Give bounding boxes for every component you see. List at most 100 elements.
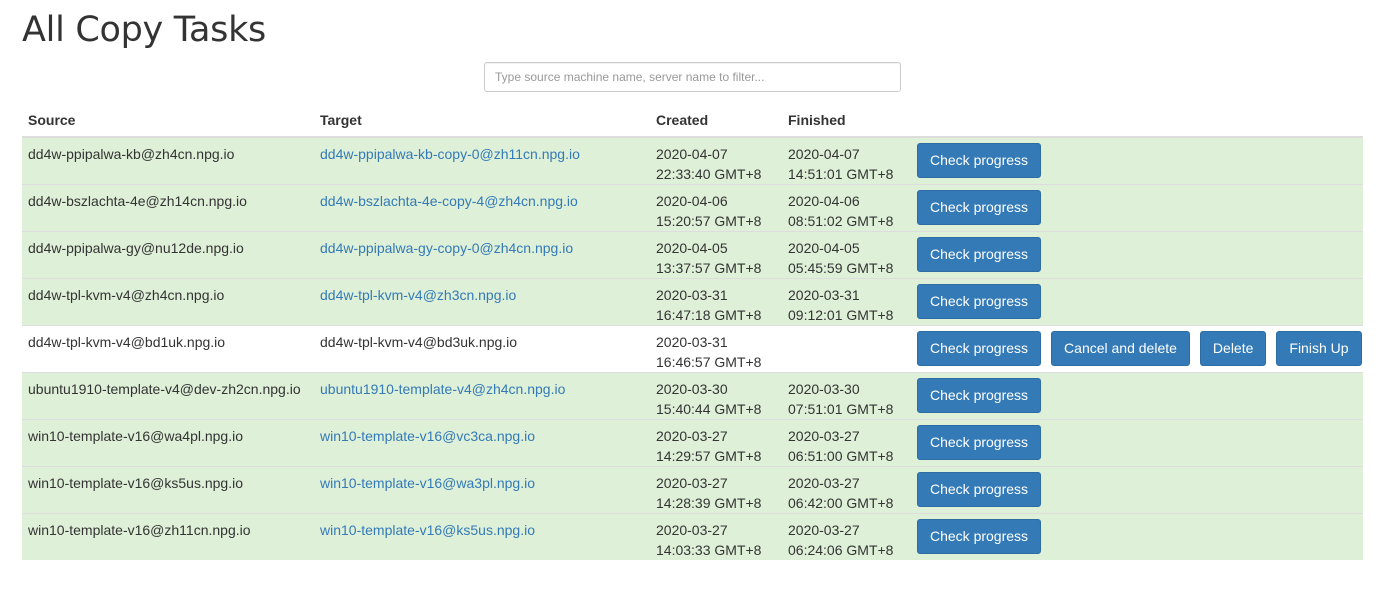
- source-cell: ubuntu1910-template-v4@dev-zh2cn.npg.io: [22, 372, 314, 420]
- created-time: 14:29:57 GMT+8: [656, 448, 762, 464]
- finished-cell: 2020-04-05 05:45:59 GMT+8: [782, 231, 913, 279]
- actions-cell: Check progress: [913, 513, 1363, 560]
- source-machine-name: win10-template-v16@zh11cn.npg.io: [28, 522, 251, 538]
- actions-cell: Check progress: [913, 372, 1363, 420]
- target-machine-link[interactable]: dd4w-tpl-kvm-v4@zh3cn.npg.io: [320, 287, 516, 303]
- source-cell: dd4w-bszlachta-4e@zh14cn.npg.io: [22, 184, 314, 232]
- page: All Copy Tasks Source Target Created Fin…: [0, 0, 1380, 601]
- source-machine-name: dd4w-tpl-kvm-v4@zh4cn.npg.io: [28, 287, 225, 303]
- target-machine-link[interactable]: win10-template-v16@vc3ca.npg.io: [320, 428, 535, 444]
- actions-cell: Check progress: [913, 184, 1363, 232]
- table-header-row: Source Target Created Finished: [22, 108, 1363, 138]
- finished-date: 2020-04-07: [788, 146, 860, 162]
- check-progress-button[interactable]: Check progress: [917, 378, 1042, 413]
- finished-cell: 2020-04-07 14:51:01 GMT+8: [782, 136, 913, 185]
- table-row: dd4w-tpl-kvm-v4@zh4cn.npg.io dd4w-tpl-kvm…: [22, 278, 1363, 326]
- check-progress-button[interactable]: Check progress: [917, 331, 1042, 366]
- page-title: All Copy Tasks: [22, 10, 266, 50]
- column-header-source: Source: [22, 108, 314, 138]
- finished-cell: 2020-04-06 08:51:02 GMT+8: [782, 184, 913, 232]
- actions-cell: Check progress: [913, 278, 1363, 326]
- created-cell: 2020-03-27 14:03:33 GMT+8: [650, 513, 782, 560]
- created-time: 16:47:18 GMT+8: [656, 307, 762, 323]
- finished-date: 2020-03-27: [788, 428, 860, 444]
- finished-cell: 2020-03-27 06:42:00 GMT+8: [782, 466, 913, 514]
- target-machine-link[interactable]: dd4w-ppipalwa-gy-copy-0@zh4cn.npg.io: [320, 240, 573, 256]
- actions-cell: Check progress: [913, 231, 1363, 279]
- created-cell: 2020-03-30 15:40:44 GMT+8: [650, 372, 782, 420]
- finished-date: 2020-04-06: [788, 193, 860, 209]
- table-row: ubuntu1910-template-v4@dev-zh2cn.npg.io u…: [22, 372, 1363, 420]
- finished-time: 07:51:01 GMT+8: [788, 401, 894, 417]
- finished-time: 06:51:00 GMT+8: [788, 448, 894, 464]
- table-body: dd4w-ppipalwa-kb@zh4cn.npg.io dd4w-ppipal…: [22, 136, 1363, 560]
- created-cell: 2020-04-07 22:33:40 GMT+8: [650, 136, 782, 185]
- target-cell: win10-template-v16@ks5us.npg.io: [314, 513, 650, 560]
- check-progress-button[interactable]: Check progress: [917, 237, 1042, 272]
- actions-cell: Check progress: [913, 136, 1363, 185]
- target-cell: win10-template-v16@vc3ca.npg.io: [314, 419, 650, 467]
- created-cell: 2020-04-06 15:20:57 GMT+8: [650, 184, 782, 232]
- column-header-created: Created: [650, 108, 782, 138]
- created-cell: 2020-04-05 13:37:57 GMT+8: [650, 231, 782, 279]
- finished-time: 14:51:01 GMT+8: [788, 166, 894, 182]
- table-row: win10-template-v16@zh11cn.npg.io win10-te…: [22, 513, 1363, 560]
- finished-cell: 2020-03-31 09:12:01 GMT+8: [782, 278, 913, 326]
- created-time: 16:46:57 GMT+8: [656, 354, 762, 370]
- target-machine-link[interactable]: ubuntu1910-template-v4@zh4cn.npg.io: [320, 381, 565, 397]
- created-cell: 2020-03-27 14:28:39 GMT+8: [650, 466, 782, 514]
- column-header-actions: [913, 108, 1363, 138]
- copy-tasks-table: Source Target Created Finished dd4w-ppip…: [22, 108, 1363, 560]
- target-cell: ubuntu1910-template-v4@zh4cn.npg.io: [314, 372, 650, 420]
- actions-cell: Check progress Cancel and delete Delete Fin…: [913, 325, 1363, 373]
- check-progress-button[interactable]: Check progress: [917, 143, 1042, 178]
- source-cell: dd4w-ppipalwa-kb@zh4cn.npg.io: [22, 136, 314, 185]
- finish-up-button[interactable]: Finish Up: [1276, 331, 1362, 366]
- source-machine-name: win10-template-v16@ks5us.npg.io: [28, 475, 243, 491]
- check-progress-button[interactable]: Check progress: [917, 284, 1042, 319]
- finished-time: 06:42:00 GMT+8: [788, 495, 894, 511]
- cancel-and-delete-button[interactable]: Cancel and delete: [1051, 331, 1190, 366]
- created-date: 2020-03-31: [656, 334, 728, 350]
- table-row: dd4w-ppipalwa-gy@nu12de.npg.io dd4w-ppipa…: [22, 231, 1363, 279]
- source-cell: win10-template-v16@zh11cn.npg.io: [22, 513, 314, 560]
- target-cell: dd4w-ppipalwa-gy-copy-0@zh4cn.npg.io: [314, 231, 650, 279]
- delete-button[interactable]: Delete: [1199, 331, 1267, 366]
- target-cell: dd4w-tpl-kvm-v4@zh3cn.npg.io: [314, 278, 650, 326]
- created-time: 14:03:33 GMT+8: [656, 542, 762, 558]
- created-date: 2020-03-31: [656, 287, 728, 303]
- filter-input[interactable]: [484, 62, 901, 92]
- target-machine-link[interactable]: win10-template-v16@ks5us.npg.io: [320, 522, 535, 538]
- created-cell: 2020-03-31 16:47:18 GMT+8: [650, 278, 782, 326]
- target-machine-link[interactable]: dd4w-ppipalwa-kb-copy-0@zh11cn.npg.io: [320, 146, 580, 162]
- finished-date: 2020-03-27: [788, 475, 860, 491]
- created-date: 2020-03-27: [656, 522, 728, 538]
- created-date: 2020-03-27: [656, 475, 728, 491]
- target-machine-link[interactable]: win10-template-v16@wa3pl.npg.io: [320, 475, 535, 491]
- check-progress-button[interactable]: Check progress: [917, 425, 1042, 460]
- table-row: dd4w-tpl-kvm-v4@bd1uk.npg.io dd4w-tpl-kvm…: [22, 325, 1363, 373]
- table-row: dd4w-bszlachta-4e@zh14cn.npg.io dd4w-bszl…: [22, 184, 1363, 232]
- target-machine-link[interactable]: dd4w-bszlachta-4e-copy-4@zh4cn.npg.io: [320, 193, 578, 209]
- source-cell: win10-template-v16@ks5us.npg.io: [22, 466, 314, 514]
- table-row: win10-template-v16@ks5us.npg.io win10-tem…: [22, 466, 1363, 514]
- column-header-target: Target: [314, 108, 650, 138]
- check-progress-button[interactable]: Check progress: [917, 472, 1042, 507]
- source-machine-name: dd4w-ppipalwa-kb@zh4cn.npg.io: [28, 146, 235, 162]
- source-machine-name: ubuntu1910-template-v4@dev-zh2cn.npg.io: [28, 381, 301, 397]
- finished-date: 2020-03-27: [788, 522, 860, 538]
- finished-date: 2020-03-31: [788, 287, 860, 303]
- target-machine-name: dd4w-tpl-kvm-v4@bd3uk.npg.io: [320, 334, 518, 350]
- finished-time: 05:45:59 GMT+8: [788, 260, 894, 276]
- created-date: 2020-04-05: [656, 240, 728, 256]
- created-date: 2020-04-07: [656, 146, 728, 162]
- finished-time: 06:24:06 GMT+8: [788, 542, 894, 558]
- actions-cell: Check progress: [913, 466, 1363, 514]
- finished-cell: 2020-03-27 06:24:06 GMT+8: [782, 513, 913, 560]
- source-machine-name: win10-template-v16@wa4pl.npg.io: [28, 428, 243, 444]
- source-machine-name: dd4w-tpl-kvm-v4@bd1uk.npg.io: [28, 334, 226, 350]
- target-cell: dd4w-tpl-kvm-v4@bd3uk.npg.io: [314, 325, 650, 373]
- finished-cell: 2020-03-30 07:51:01 GMT+8: [782, 372, 913, 420]
- check-progress-button[interactable]: Check progress: [917, 190, 1042, 225]
- check-progress-button[interactable]: Check progress: [917, 519, 1042, 554]
